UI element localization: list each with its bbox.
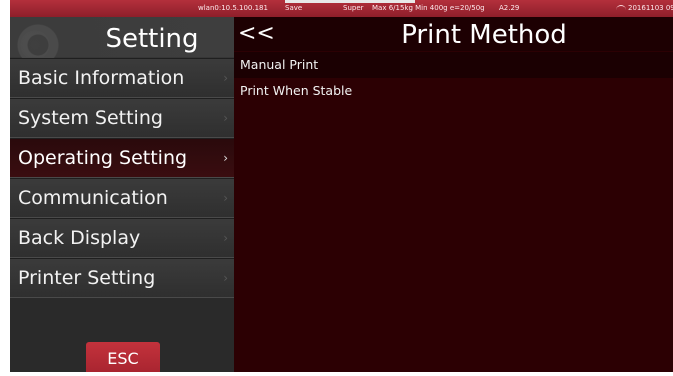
sidebar-item-label: Back Display: [18, 227, 141, 249]
wifi-icon: [616, 5, 626, 12]
user-status: Super: [343, 4, 364, 12]
sidebar-item-communication[interactable]: Communication ›: [10, 178, 234, 218]
scale-info: Max 6/15kg Min 400g e=20/50g: [372, 4, 485, 12]
back-button[interactable]: <<: [238, 19, 284, 49]
sidebar-item-label: Communication: [18, 187, 168, 209]
print-method-options: Manual Print Print When Stable: [234, 52, 673, 104]
sidebar-item-label: System Setting: [18, 107, 163, 129]
datetime-status: 20161103 09:: [628, 4, 673, 12]
sidebar-item-label: Basic Information: [18, 67, 185, 89]
sidebar-item-back-display[interactable]: Back Display ›: [10, 218, 234, 258]
sidebar-item-system-setting[interactable]: System Setting ›: [10, 98, 234, 138]
sidebar: Setting Basic Information › System Setti…: [10, 17, 234, 372]
option-manual-print[interactable]: Manual Print: [234, 52, 673, 78]
main-header: << Print Method: [234, 17, 673, 51]
sidebar-item-label: Printer Setting: [18, 267, 156, 289]
sidebar-item-label: Operating Setting: [18, 147, 188, 169]
chevron-right-icon: ›: [223, 111, 228, 125]
sidebar-header: Setting: [10, 17, 234, 67]
chevron-right-icon: ›: [223, 271, 228, 285]
sidebar-title: Setting: [105, 24, 199, 54]
chevron-right-icon: ›: [223, 71, 228, 85]
chevron-right-icon: ›: [223, 231, 228, 245]
chevron-right-icon: ›: [223, 151, 228, 165]
save-status: Save: [285, 4, 303, 12]
chevron-right-icon: ›: [223, 191, 228, 205]
page-title: Print Method: [401, 20, 567, 50]
app-window: wlan0:10.5.100.181 Save Super Max 6/15kg…: [0, 0, 673, 372]
sidebar-item-basic-information[interactable]: Basic Information ›: [10, 58, 234, 98]
sidebar-item-printer-setting[interactable]: Printer Setting ›: [10, 258, 234, 298]
version-status: A2.29: [499, 4, 520, 12]
sidebar-item-operating-setting[interactable]: Operating Setting ›: [10, 138, 234, 178]
sidebar-menu: Basic Information › System Setting › Ope…: [10, 58, 234, 298]
status-bar: wlan0:10.5.100.181 Save Super Max 6/15kg…: [10, 0, 673, 17]
main-panel: << Print Method Manual Print Print When …: [234, 17, 673, 372]
option-print-when-stable[interactable]: Print When Stable: [234, 78, 673, 104]
network-status: wlan0:10.5.100.181: [198, 4, 268, 12]
esc-button[interactable]: ESC: [86, 342, 160, 372]
